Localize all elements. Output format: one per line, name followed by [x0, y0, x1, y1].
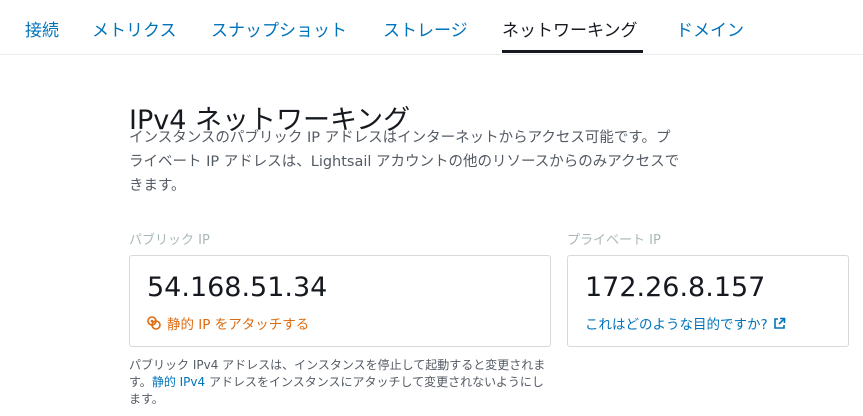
description-line: ライベート IP アドレスは、Lightsail アカウントの他のリソースからの…: [129, 154, 680, 170]
attach-static-ip-label: 静的 IP をアタッチする: [167, 317, 310, 333]
static-ipv4-highlight: 静的 IPv4: [151, 375, 206, 389]
description-line: インスタンスのパブリック IP アドレスはインターネットからアクセス可能です。プ: [129, 130, 671, 146]
description-line: きます。: [129, 178, 186, 194]
public-ip-value: 54.168.51.34: [147, 272, 328, 303]
private-ip-help-label: これはどのような目的ですか?: [585, 317, 768, 333]
tab-snapshots[interactable]: スナップショット: [211, 21, 347, 41]
footnote-text: す。: [129, 375, 152, 389]
footnote-line: す。静的 IPv4 アドレスをインスタンスにアタッチして変更されないようにし: [129, 374, 559, 391]
tab-storage[interactable]: ストレージ: [383, 21, 468, 41]
tab-networking[interactable]: ネットワーキング: [502, 21, 638, 41]
tab-metrics[interactable]: メトリクス: [92, 21, 177, 41]
tab-connect[interactable]: 接続: [25, 21, 59, 41]
public-ip-label: パブリック IP: [129, 233, 210, 248]
public-ip-card: 54.168.51.34 静的 IP をアタッチする: [129, 255, 551, 347]
private-ip-label: プライベート IP: [567, 233, 661, 248]
private-ip-help-link[interactable]: これはどのような目的ですか?: [585, 313, 786, 333]
footnote-line: ます。: [129, 392, 164, 406]
public-ip-footnote: パブリック IPv4 アドレスは、インスタンスを停止して起動すると変更されま す…: [129, 357, 559, 408]
private-ip-value: 172.26.8.157: [585, 272, 766, 303]
section-description: インスタンスのパブリック IP アドレスはインターネットからアクセス可能です。プ…: [129, 126, 729, 198]
tab-bar: 接続 メトリクス スナップショット ストレージ ネットワーキング ドメイン: [0, 0, 863, 55]
private-ip-card: 172.26.8.157 これはどのような目的ですか?: [567, 255, 849, 347]
footnote-line: パブリック IPv4 アドレスは、インスタンスを停止して起動すると変更されま: [129, 358, 546, 372]
attach-static-ip-link[interactable]: 静的 IP をアタッチする: [147, 313, 309, 333]
external-link-icon: [773, 317, 786, 330]
active-tab-indicator: [502, 50, 643, 53]
tab-domains[interactable]: ドメイン: [676, 21, 744, 41]
footnote-text: アドレスをインスタンスにアタッチして変更されないようにし: [205, 375, 544, 389]
static-ip-icon: [147, 316, 161, 330]
